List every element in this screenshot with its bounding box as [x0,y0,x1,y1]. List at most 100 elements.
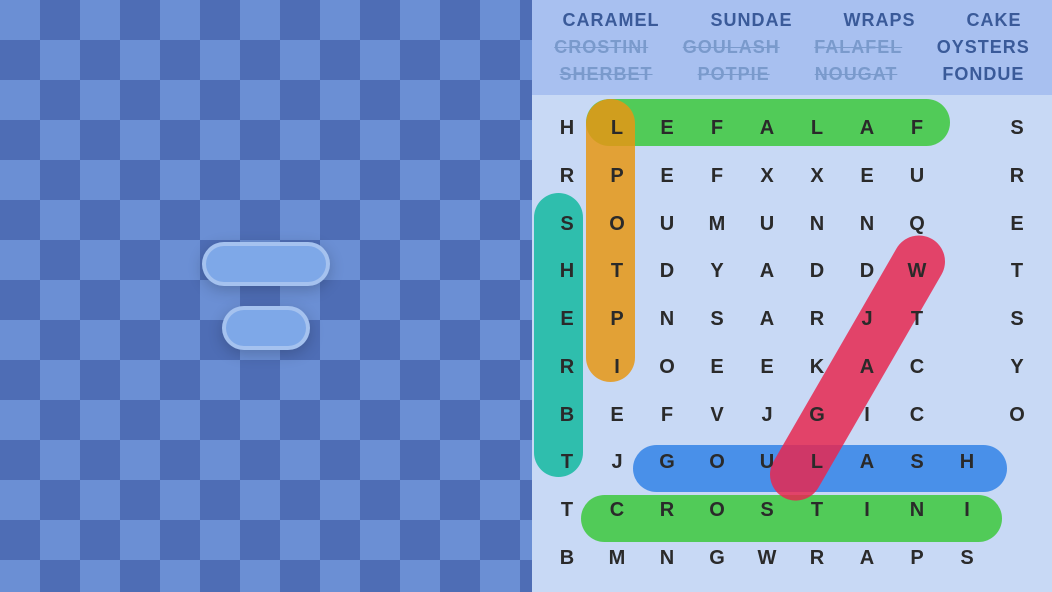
cell-7-9 [992,439,1042,487]
cell-3-9: T [992,248,1042,296]
cell-5-4: E [742,344,792,392]
cell-7-1: J [592,439,642,487]
word-grid: HLEFALAFSRPEFXXEURSOUMUNNQEHTDYADDWTEPNS… [542,105,1042,582]
cell-6-3: V [692,391,742,439]
cell-4-2: N [642,296,692,344]
cell-2-0: S [542,200,592,248]
cell-2-6: N [842,200,892,248]
word-list-area: CARAMELSUNDAEWRAPSCAKE CROSTINIGOULASHFA… [532,0,1052,95]
cell-8-7: N [892,487,942,535]
cell-4-7: T [892,296,942,344]
cell-9-5: R [792,534,842,582]
cell-9-6: A [842,534,892,582]
cell-9-3: G [692,534,742,582]
cell-5-6: A [842,344,892,392]
cell-0-6: A [842,105,892,153]
cell-1-5: X [792,153,842,201]
main-layout: CARAMELSUNDAEWRAPSCAKE CROSTINIGOULASHFA… [0,0,1052,592]
cell-5-5: K [792,344,842,392]
cell-0-3: F [692,105,742,153]
andplay-label [222,306,310,350]
cell-9-8: S [942,534,992,582]
grid-area: HLEFALAFSRPEFXXEURSOUMUNNQEHTDYADDWTEPNS… [532,95,1052,592]
cell-4-3: S [692,296,742,344]
cell-6-4: J [742,391,792,439]
cell-8-4: S [742,487,792,535]
cell-3-8 [942,248,992,296]
cell-1-8 [942,153,992,201]
word-item-nougat: NOUGAT [809,62,904,87]
cell-0-0: H [542,105,592,153]
cell-6-8 [942,391,992,439]
word-item-falafel: FALAFEL [808,35,908,60]
cell-8-2: R [642,487,692,535]
cell-1-7: U [892,153,942,201]
cell-3-0: H [542,248,592,296]
cell-2-9: E [992,200,1042,248]
cell-0-4: A [742,105,792,153]
cell-5-3: E [692,344,742,392]
cell-7-7: S [892,439,942,487]
word-item-wraps: WRAPS [837,8,921,33]
cell-3-1: T [592,248,642,296]
cell-7-4: U [742,439,792,487]
cell-6-1: E [592,391,642,439]
cell-9-7: P [892,534,942,582]
cell-1-1: P [592,153,642,201]
cell-3-3: Y [692,248,742,296]
word-row-1: CARAMELSUNDAEWRAPSCAKE [542,8,1042,33]
word-item-sherbet: SHERBET [554,62,659,87]
cell-1-4: X [742,153,792,201]
cell-2-3: M [692,200,742,248]
cell-4-4: A [742,296,792,344]
cell-5-8 [942,344,992,392]
word-item-potpie: POTPIE [692,62,776,87]
word-item-sundae: SUNDAE [704,8,798,33]
cell-7-3: O [692,439,742,487]
cell-0-1: L [592,105,642,153]
cell-9-1: M [592,534,642,582]
cell-4-8 [942,296,992,344]
cell-3-7: W [892,248,942,296]
cell-6-2: F [642,391,692,439]
right-panel: CARAMELSUNDAEWRAPSCAKE CROSTINIGOULASHFA… [532,0,1052,592]
cell-3-6: D [842,248,892,296]
cell-2-8 [942,200,992,248]
cell-5-0: R [542,344,592,392]
cell-7-5: L [792,439,842,487]
cell-8-9 [992,487,1042,535]
cell-8-3: O [692,487,742,535]
cell-4-0: E [542,296,592,344]
cell-4-5: R [792,296,842,344]
cell-2-5: N [792,200,842,248]
cell-7-6: A [842,439,892,487]
cell-2-1: O [592,200,642,248]
cell-6-0: B [542,391,592,439]
cell-0-8 [942,105,992,153]
cell-3-2: D [642,248,692,296]
cell-5-9: Y [992,344,1042,392]
cell-1-9: R [992,153,1042,201]
word-item-oysters: OYSTERS [931,35,1036,60]
cell-7-8: H [942,439,992,487]
cell-3-4: A [742,248,792,296]
cell-2-7: Q [892,200,942,248]
cell-6-6: I [842,391,892,439]
cell-4-1: P [592,296,642,344]
word-row-2: CROSTINI GOULASH FALAFEL OYSTERS [542,35,1042,60]
word-row-3: SHERBET POTPIE NOUGAT FONDUE [542,62,1042,87]
word-item-crostini: CROSTINI [548,35,654,60]
cell-5-1: I [592,344,642,392]
cell-7-0: T [542,439,592,487]
left-panel [0,0,532,592]
cell-1-3: F [692,153,742,201]
cell-6-5: G [792,391,842,439]
cell-2-2: U [642,200,692,248]
word-item-goulash: GOULASH [677,35,786,60]
cell-9-9 [992,534,1042,582]
cell-0-9: S [992,105,1042,153]
cell-7-2: G [642,439,692,487]
cell-8-6: I [842,487,892,535]
word-item-fondue: FONDUE [936,62,1030,87]
cell-9-4: W [742,534,792,582]
